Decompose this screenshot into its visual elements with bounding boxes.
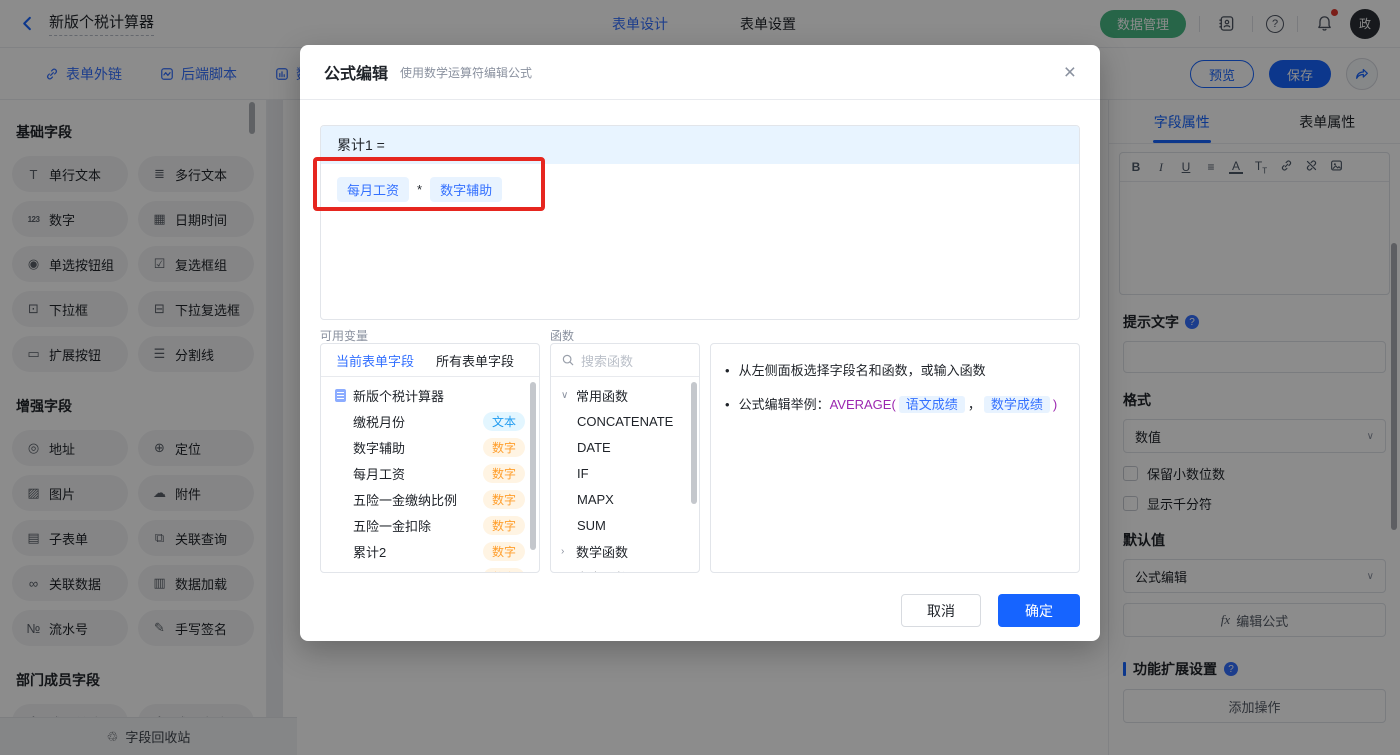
cancel-button[interactable]: 取消 xyxy=(901,594,981,627)
functions-scrollbar[interactable] xyxy=(691,382,697,504)
variables-tabs: 当前表单字段 所有表单字段 xyxy=(321,344,539,377)
field-type-badge: 数字 xyxy=(482,463,525,483)
tip-chip-chinese-score: 语文成绩 xyxy=(898,396,965,413)
function-group-common[interactable]: ∨ 常用函数 xyxy=(551,382,699,408)
form-file-icon xyxy=(335,388,346,402)
variables-panel: 当前表单字段 所有表单字段 新版个税计算器 缴税月份 文本 数字辅助 数字 每月… xyxy=(320,343,540,573)
chevron-collapsed-icon: › xyxy=(561,545,565,557)
field-type-badge: 文本 xyxy=(482,411,525,431)
chevron-collapsed-icon: › xyxy=(561,572,570,573)
tip-example-prefix: 公式编辑举例： xyxy=(738,397,830,412)
function-group-math[interactable]: › 数学函数 xyxy=(551,538,699,564)
tip-line-1: • 从左侧面板选择字段名和函数，或输入函数 xyxy=(725,363,986,378)
field-type-badge: 数字 xyxy=(482,515,525,535)
tab-all-form-fields[interactable]: 所有表单字段 xyxy=(436,351,514,370)
function-item-date[interactable]: DATE xyxy=(551,434,699,460)
search-icon xyxy=(562,354,574,366)
tree-field-row[interactable]: 缴税月份 文本 xyxy=(321,408,539,434)
function-item-if[interactable]: IF xyxy=(551,460,699,486)
tree-field-row[interactable]: 五险一金缴纳比例 数字 xyxy=(321,486,539,512)
field-tree: 新版个税计算器 缴税月份 文本 数字辅助 数字 每月工资 数字 五险一金缴纳比例… xyxy=(321,377,539,572)
field-type-badge: 数字 xyxy=(482,541,525,561)
field-type-badge: 数字 xyxy=(482,489,525,509)
tip-line-2: • 公式编辑举例：AVERAGE(语文成绩，数学成绩) xyxy=(725,396,1058,413)
tip-comma: ， xyxy=(967,397,981,412)
field-type-badge: 数字 xyxy=(482,567,525,572)
tree-field-row[interactable]: 五险一金扣除 数字 xyxy=(321,512,539,538)
dialog-footer: 取消 确定 xyxy=(901,594,1080,627)
function-item-sum[interactable]: SUM xyxy=(551,512,699,538)
annotation-highlight-rect xyxy=(313,157,545,211)
tip-function-name: AVERAGE( xyxy=(829,397,896,412)
tree-field-row[interactable]: 累计2 数字 xyxy=(321,538,539,564)
tip-close-paren: ) xyxy=(1052,397,1058,412)
function-group-text[interactable]: › 文本函数 xyxy=(551,564,699,573)
confirm-button[interactable]: 确定 xyxy=(998,594,1080,627)
variables-scrollbar[interactable] xyxy=(530,382,536,550)
dialog-header: 公式编辑 使用数学运算符编辑公式 × xyxy=(300,45,1100,100)
function-item-concatenate[interactable]: CONCATENATE xyxy=(551,408,699,434)
tree-root[interactable]: 新版个税计算器 xyxy=(321,382,539,408)
tree-field-row[interactable]: 数字 xyxy=(321,564,539,572)
variables-label: 可用变量 xyxy=(320,329,369,343)
formula-edit-dialog: 公式编辑 使用数学运算符编辑公式 × 累计1 = 每月工资 * 数字辅助 可用变… xyxy=(300,45,1100,641)
dialog-title: 公式编辑 xyxy=(324,66,389,83)
tab-current-form-fields[interactable]: 当前表单字段 xyxy=(336,351,414,370)
function-item-mapx[interactable]: MAPX xyxy=(551,486,699,512)
functions-label: 函数 xyxy=(550,329,575,343)
tip-chip-math-score: 数学成绩 xyxy=(983,396,1050,413)
tree-field-row[interactable]: 每月工资 数字 xyxy=(321,460,539,486)
functions-panel: 搜索函数 ∨ 常用函数 CONCATENATE DATE IF MAPX SUM… xyxy=(550,343,700,573)
formula-editor[interactable]: 累计1 = 每月工资 * 数字辅助 xyxy=(320,125,1080,320)
search-placeholder: 搜索函数 xyxy=(581,353,634,369)
function-list: ∨ 常用函数 CONCATENATE DATE IF MAPX SUM › 数学… xyxy=(551,377,699,573)
close-icon[interactable]: × xyxy=(1064,62,1076,83)
app-root: 新版个税计算器 表单设计 表单设置 数据管理 ? 政 表单外链 后端脚本 预览 … xyxy=(0,0,1400,755)
tree-field-row[interactable]: 数字辅助 数字 xyxy=(321,434,539,460)
tips-panel: • 从左侧面板选择字段名和函数，或输入函数 • 公式编辑举例：AVERAGE(语… xyxy=(710,343,1080,573)
dialog-subtitle: 使用数学运算符编辑公式 xyxy=(400,65,533,80)
function-search-input[interactable]: 搜索函数 xyxy=(551,344,699,377)
field-type-badge: 数字 xyxy=(482,437,525,457)
chevron-expanded-icon: ∨ xyxy=(561,389,569,401)
